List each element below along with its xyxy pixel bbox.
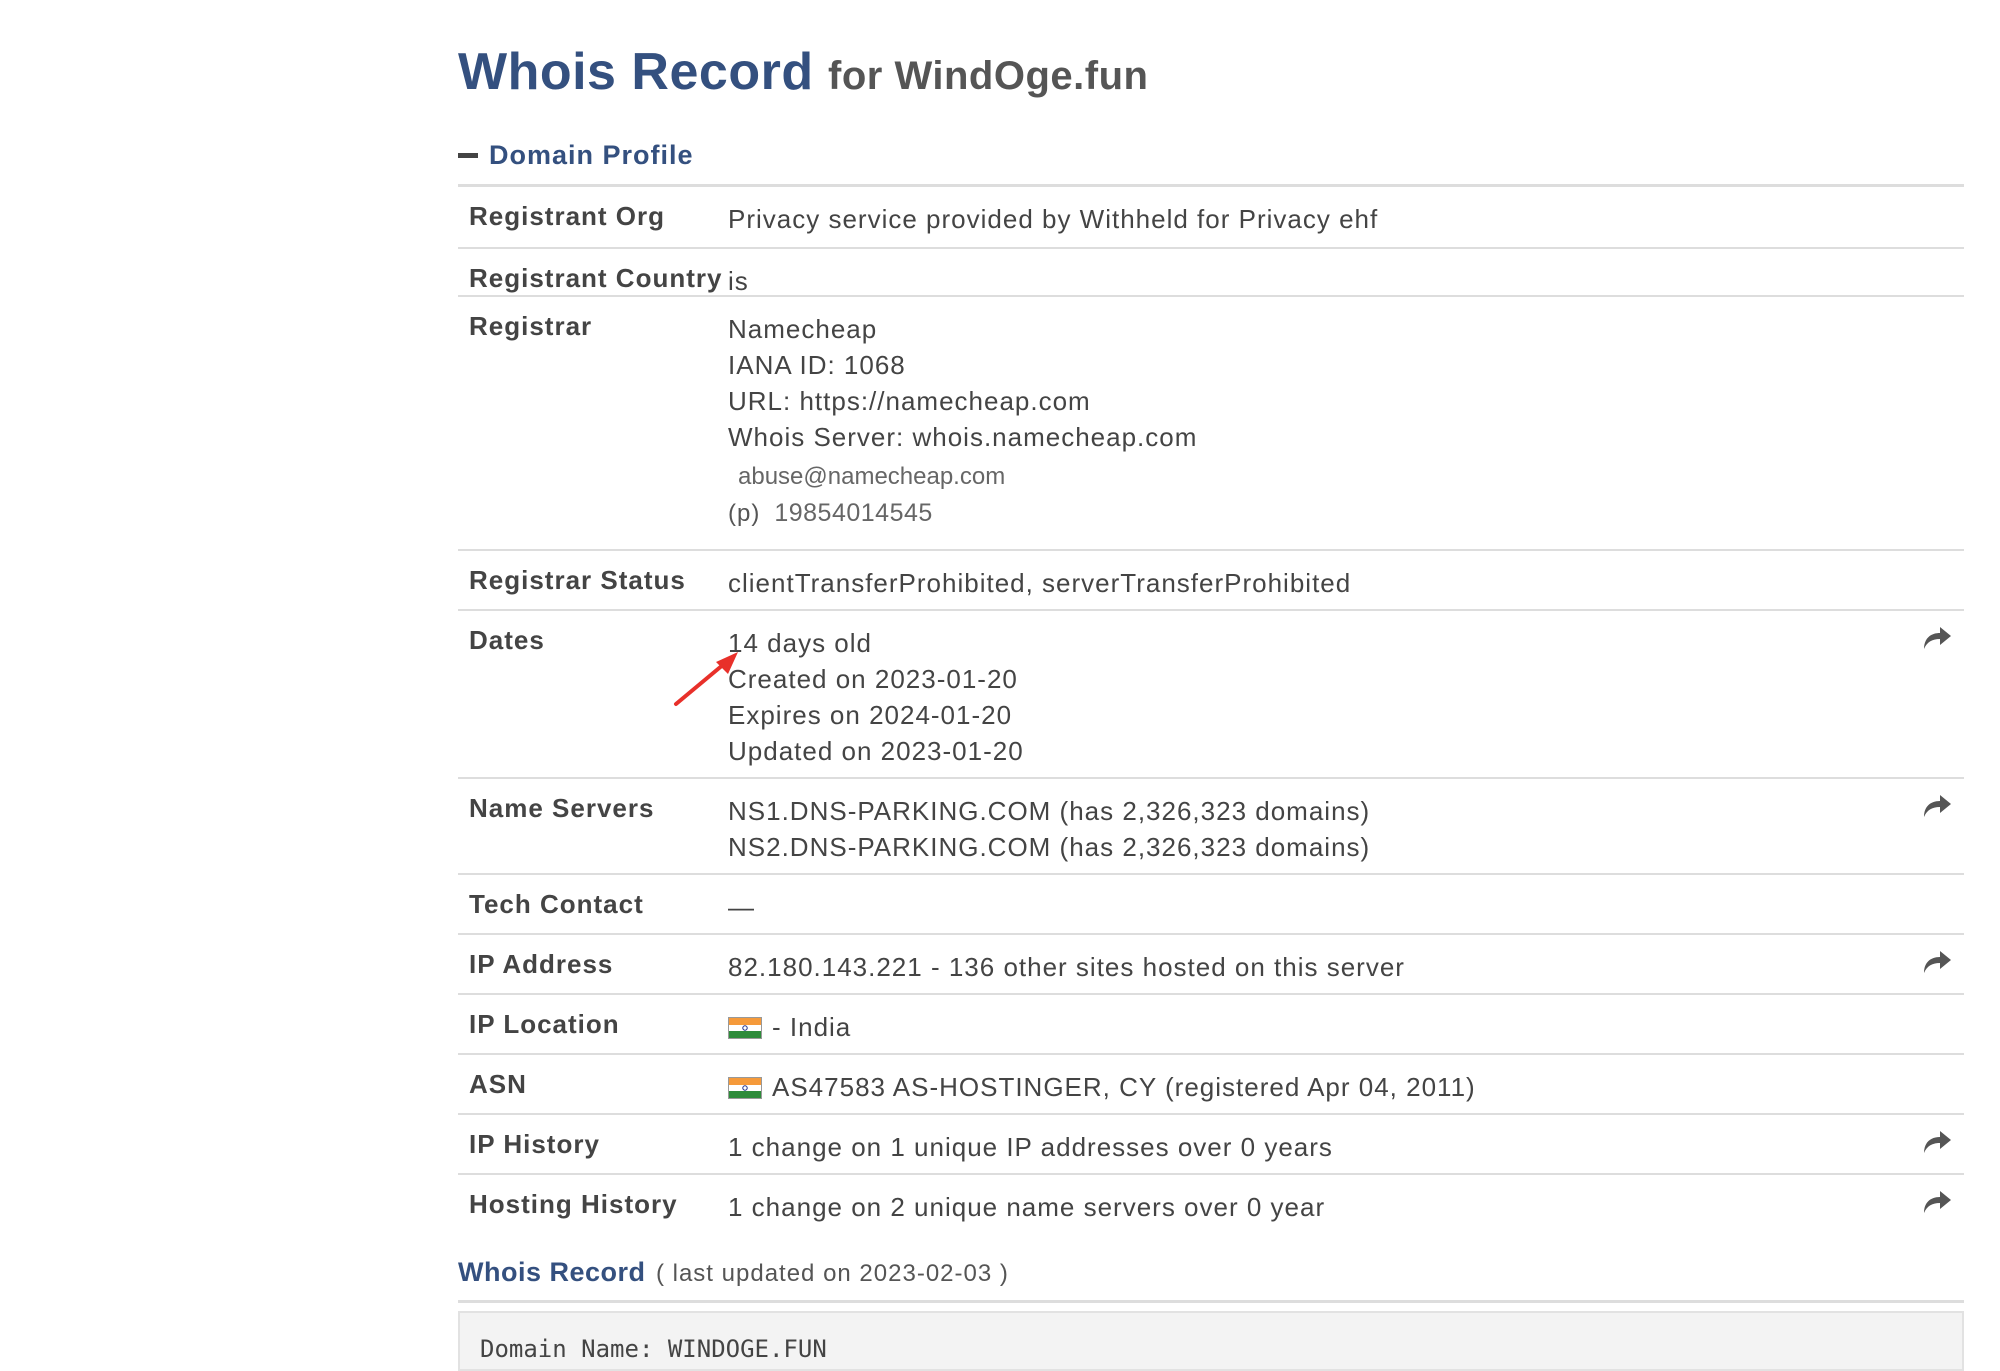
registrar-status-value: clientTransferProhibited, serverTransfer… [728, 568, 1352, 598]
share-arrow-icon[interactable] [1922, 949, 1952, 975]
india-flag-icon [728, 1077, 762, 1099]
row-hosting-history: Hosting History 1 change on 2 unique nam… [458, 1175, 1964, 1233]
whois-record-title: Whois Record [458, 1257, 646, 1287]
row-value: 1 change on 2 unique name servers over 0… [728, 1175, 1964, 1233]
row-value: Namecheap IANA ID: 1068 URL: https://nam… [728, 297, 1964, 549]
page-title-main: Whois Record [458, 43, 814, 101]
row-value: AS47583 AS-HOSTINGER, CY (registered Apr… [728, 1055, 1964, 1113]
row-label: IP Address [469, 949, 614, 979]
row-value: 14 days old Created on 2023-01-20 Expire… [728, 611, 1964, 777]
expires-date: Expires on 2024-01-20 [728, 700, 1013, 730]
row-asn: ASN AS47583 AS-HOSTINGER, CY (registered… [458, 1055, 1964, 1115]
raw-whois-box: Domain Name: WINDOGE.FUN [458, 1311, 1964, 1371]
row-registrant-org: Registrant Org Privacy service provided … [458, 187, 1964, 249]
ip-location-line: - India [728, 1009, 1964, 1045]
page-title-domain: for WindOge.fun [828, 54, 1149, 98]
ip-history-value: 1 change on 1 unique IP addresses over 0… [728, 1132, 1333, 1162]
raw-whois-line: Domain Name: WINDOGE.FUN [480, 1335, 827, 1363]
row-label: Tech Contact [469, 889, 644, 919]
row-registrar-status: Registrar Status clientTransferProhibite… [458, 551, 1964, 611]
row-value: Privacy service provided by Withheld for… [728, 187, 1964, 247]
asn-line: AS47583 AS-HOSTINGER, CY (registered Apr… [728, 1069, 1964, 1105]
row-value: 1 change on 1 unique IP addresses over 0… [728, 1115, 1964, 1173]
ip-address-value[interactable]: 82.180.143.221 - 136 other sites hosted … [728, 949, 1964, 985]
row-value: - India [728, 995, 1964, 1053]
india-flag-icon [728, 1017, 762, 1039]
share-arrow-icon[interactable] [1922, 625, 1952, 651]
registrar-iana: IANA ID: 1068 [728, 350, 906, 380]
row-label: Hosting History [469, 1189, 678, 1219]
domain-profile-table: Registrant Org Privacy service provided … [458, 187, 1964, 1233]
share-arrow-icon[interactable] [1922, 1129, 1952, 1155]
share-arrow-icon[interactable] [1922, 793, 1952, 819]
red-arrow [674, 652, 738, 706]
row-label: ASN [469, 1069, 527, 1099]
whois-record-heading: Whois Record ( last updated on 2023-02-0… [458, 1257, 1009, 1288]
share-arrow-icon[interactable] [1922, 1189, 1952, 1215]
row-ip-address: IP Address 82.180.143.221 - 136 other si… [458, 935, 1964, 995]
row-registrant-country: Registrant Country is [458, 249, 1964, 297]
row-label: Registrar Status [469, 565, 686, 595]
domain-profile-label: Domain Profile [489, 140, 694, 170]
name-server-2[interactable]: NS2.DNS-PARKING.COM (has 2,326,323 domai… [728, 829, 1964, 865]
ip-location-value: - India [772, 1012, 852, 1042]
name-server-1[interactable]: NS1.DNS-PARKING.COM (has 2,326,323 domai… [728, 793, 1964, 829]
row-label: IP History [469, 1129, 600, 1159]
domain-profile-toggle[interactable]: Domain Profile [458, 140, 694, 171]
tech-contact-value: — [728, 892, 755, 922]
whois-record-updated: ( last updated on 2023-02-03 ) [655, 1260, 1009, 1287]
row-value: clientTransferProhibited, serverTransfer… [728, 551, 1964, 609]
row-value: — [728, 875, 1964, 933]
hosting-history-value: 1 change on 2 unique name servers over 0… [728, 1192, 1326, 1222]
row-value: NS1.DNS-PARKING.COM (has 2,326,323 domai… [728, 779, 1964, 873]
row-label: Registrant Org [469, 201, 666, 231]
whois-record-divider [458, 1300, 1964, 1303]
phone-prefix: (p) [728, 500, 761, 527]
row-label: Registrar [469, 311, 593, 341]
row-value: 82.180.143.221 - 136 other sites hosted … [728, 935, 1964, 993]
created-date: Created on 2023-01-20 [728, 664, 1018, 694]
registrant-org-value: Privacy service provided by Withheld for… [728, 204, 1379, 234]
registrar-url: URL: https://namecheap.com [728, 386, 1091, 416]
registrant-country-value: is [728, 266, 749, 296]
updated-date: Updated on 2023-01-20 [728, 736, 1024, 766]
row-name-servers: Name Servers NS1.DNS-PARKING.COM (has 2,… [458, 779, 1964, 875]
domain-age: 14 days old [728, 628, 872, 658]
row-ip-history: IP History 1 change on 1 unique IP addre… [458, 1115, 1964, 1175]
page-title: Whois Record for WindOge.fun [458, 42, 1148, 102]
row-label: Name Servers [469, 793, 655, 823]
minus-icon [458, 153, 478, 158]
registrar-name: Namecheap [728, 314, 878, 344]
row-ip-location: IP Location - India [458, 995, 1964, 1055]
row-label: Registrant Country [469, 263, 723, 293]
asn-value: AS47583 AS-HOSTINGER, CY (registered Apr… [772, 1072, 1476, 1102]
registrar-whois-server: Whois Server: whois.namecheap.com [728, 422, 1198, 452]
row-label: IP Location [469, 1009, 620, 1039]
phone-number: 19854014545 [774, 499, 933, 527]
row-registrar: Registrar Namecheap IANA ID: 1068 URL: h… [458, 297, 1964, 551]
registrar-phone: (p) 19854014545 [728, 495, 1964, 532]
registrar-email: abuse@namecheap.com [738, 463, 1006, 490]
row-value: is [728, 249, 1964, 296]
row-tech-contact: Tech Contact — [458, 875, 1964, 935]
